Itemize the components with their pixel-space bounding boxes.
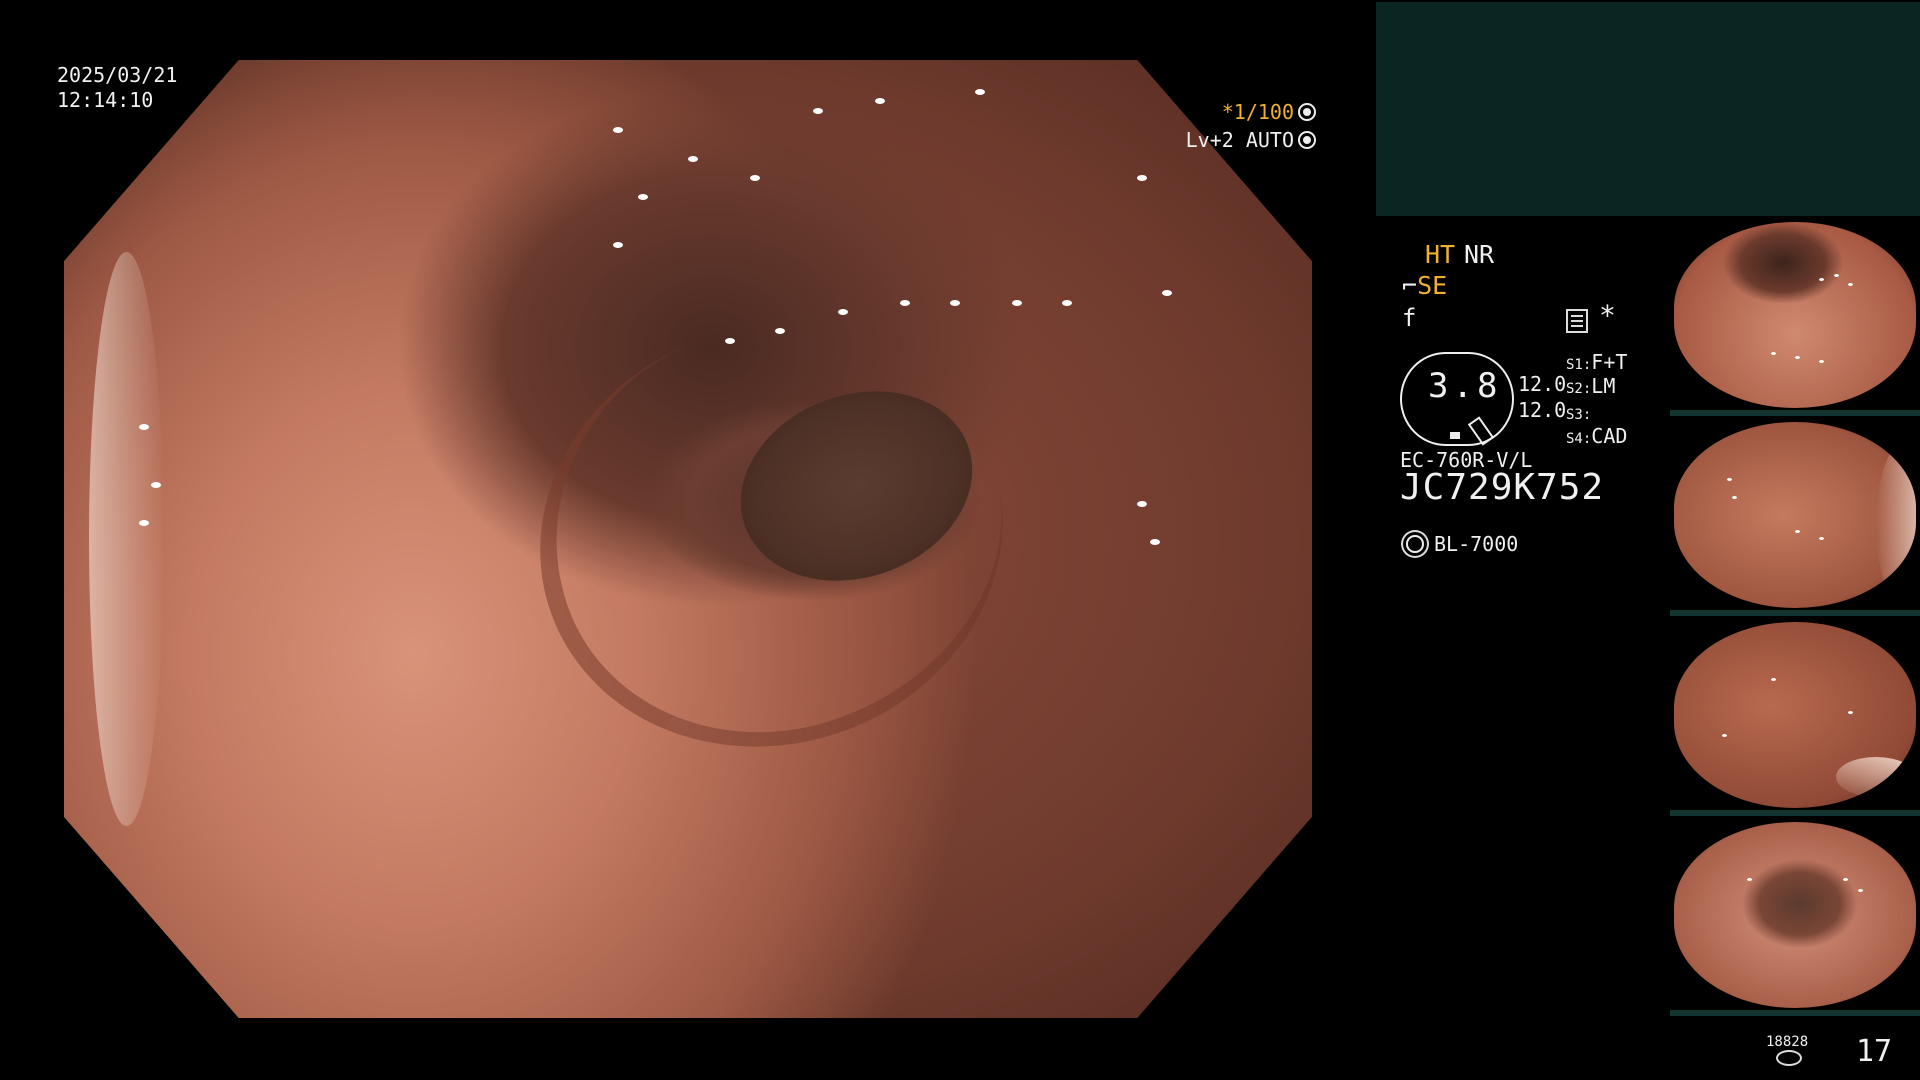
scope-serial: JC729K752 <box>1400 467 1605 508</box>
document-icon <box>1566 309 1588 333</box>
auto-iris-icon <box>1298 131 1316 149</box>
storage-disk-icon <box>1776 1050 1802 1066</box>
thumbnail-bar <box>1670 1010 1920 1016</box>
specular-glare <box>688 155 698 162</box>
captured-thumbnail[interactable] <box>1670 816 1920 1016</box>
switch-2: S2:LM <box>1566 374 1615 401</box>
thumbnail-image <box>1674 422 1916 608</box>
image-page-number: 17 <box>1856 1034 1893 1069</box>
specular-glare <box>1012 299 1023 306</box>
light-source: BL-7000 <box>1400 532 1518 556</box>
star-indicator: * <box>1599 299 1616 332</box>
specular-glare <box>975 88 986 95</box>
capture-time: 12:14:10 <box>57 88 154 112</box>
thumbnail-image <box>1674 822 1916 1008</box>
switch-1-value: F+T <box>1591 350 1628 374</box>
light-source-label: BL-7000 <box>1434 532 1519 556</box>
zoom-value: 3.8 <box>1428 366 1502 406</box>
captured-thumbnail[interactable] <box>1670 416 1920 616</box>
brightness-level: Lv+2 AUTO <box>1186 128 1316 152</box>
switch-4-key: S4: <box>1566 431 1592 447</box>
captured-thumbnail[interactable] <box>1670 216 1920 416</box>
specular-glare <box>1062 299 1073 306</box>
se-indicator: ⌐SE <box>1402 271 1448 300</box>
setting-value-1: 12.0 <box>1518 372 1567 396</box>
specular-glare <box>138 424 149 431</box>
switch-1: S1:F+T <box>1566 350 1627 377</box>
specular-glare <box>1149 539 1160 545</box>
nr-indicator: NR <box>1464 240 1495 269</box>
level-value: Lv+2 AUTO <box>1185 128 1294 152</box>
live-endoscope-view <box>64 60 1312 1018</box>
light-source-icon <box>1406 535 1424 553</box>
endoscopy-screen: 2025/03/21 12:14:10 *1/100 Lv+2 AUTO HT … <box>0 0 1920 1080</box>
info-panel-header <box>1376 2 1920 216</box>
fold-rim-highlight <box>88 251 164 827</box>
thumbnail-image <box>1674 622 1916 808</box>
shutter-speed: *1/100 <box>1222 100 1316 124</box>
switch-4: S4:CAD <box>1566 424 1627 451</box>
specular-glare <box>950 299 961 306</box>
capture-date: 2025/03/21 <box>57 63 178 87</box>
switch-2-key: S2: <box>1566 381 1592 397</box>
captured-thumbnail[interactable] <box>1670 616 1920 816</box>
switch-2-value: LM <box>1591 374 1616 398</box>
switch-3-key: S3: <box>1566 407 1592 423</box>
scope-tilt-icon: ⌐ <box>1402 271 1418 300</box>
zoom-marker <box>1450 432 1460 439</box>
switch-1-key: S1: <box>1566 357 1592 373</box>
ht-indicator: HT <box>1425 240 1456 269</box>
setting-value-2: 12.0 <box>1518 398 1567 422</box>
specular-glare <box>812 107 823 114</box>
switch-4-value: CAD <box>1591 424 1628 448</box>
thumbnail-image <box>1674 222 1916 408</box>
specular-glare <box>138 519 149 526</box>
shutter-value: *1/100 <box>1221 100 1294 124</box>
freeze-indicator: f <box>1402 304 1417 332</box>
specular-glare <box>900 299 911 306</box>
se-label: SE <box>1417 271 1448 300</box>
specular-glare <box>837 309 848 316</box>
specular-glare <box>151 481 162 488</box>
switch-3: S3: <box>1566 400 1591 427</box>
specular-glare <box>1137 500 1148 507</box>
shutter-icon <box>1298 103 1316 121</box>
